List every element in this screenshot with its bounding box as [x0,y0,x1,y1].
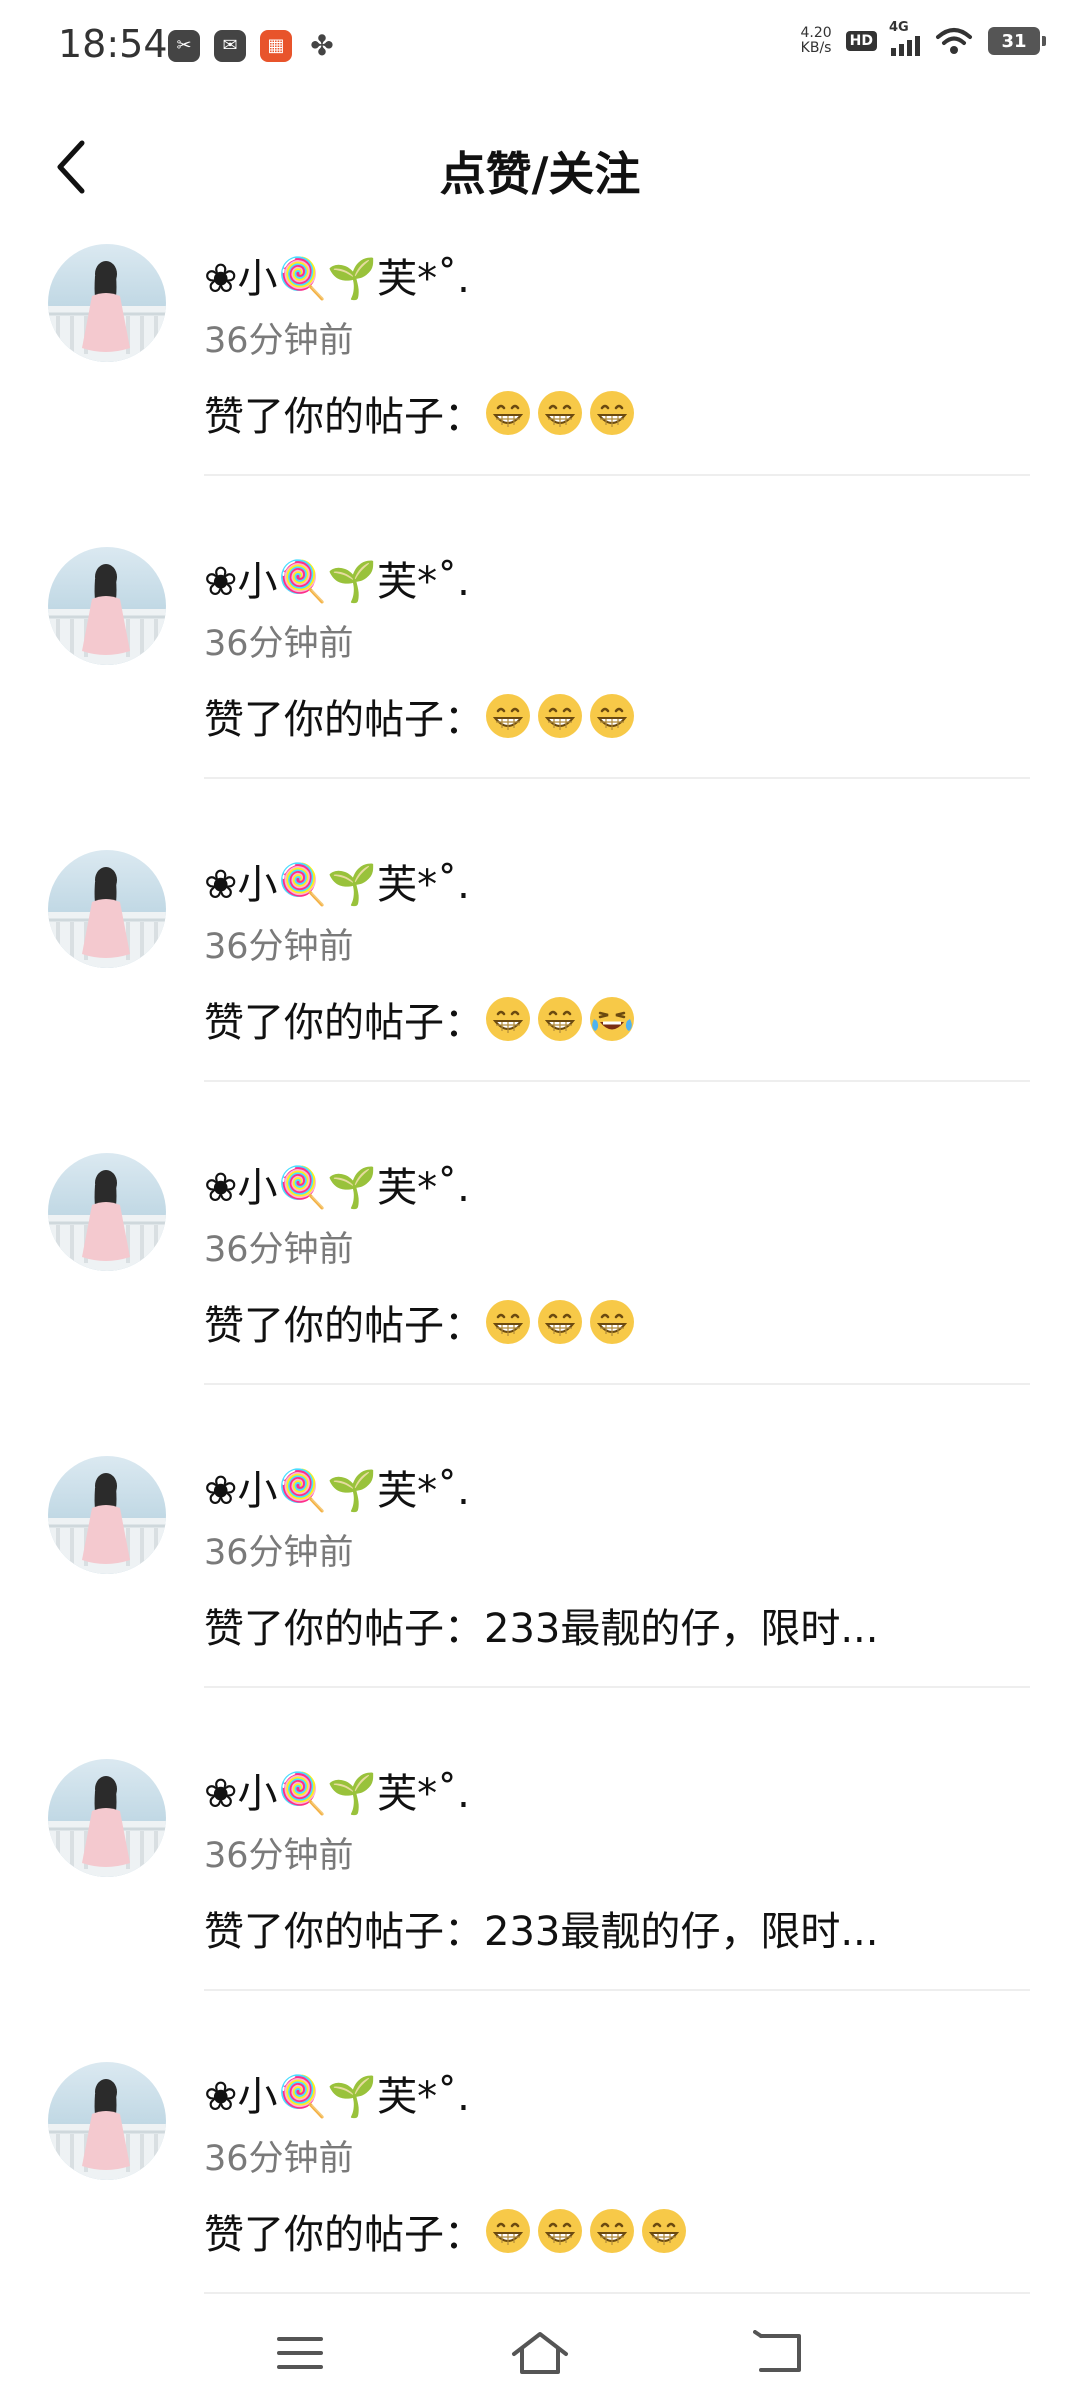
user-name[interactable]: ❀小🍭🌱芙*˚. [204,852,470,910]
notification-text[interactable]: 赞了你的帖子： [204,2202,692,2260]
avatar[interactable] [48,244,166,362]
grinning-emoji-icon [538,391,582,435]
timestamp: 36分钟前 [204,624,354,664]
notification-list: ❀小🍭🌱芙*˚. 36分钟前 赞了你的帖子： ❀小🍭🌱芙*˚. 36分钟前 赞了… [0,238,1080,2359]
action-text: 赞了你的帖子： [204,1000,484,1046]
divider [204,474,1030,476]
user-name[interactable]: ❀小🍭🌱芙*˚. [204,2064,470,2122]
timestamp: 36分钟前 [204,927,354,967]
back-icon [753,2330,801,2372]
avatar[interactable] [48,1153,166,1271]
grinning-emoji-icon [486,694,530,738]
list-item[interactable]: ❀小🍭🌱芙*˚. 36分钟前赞了你的帖子： [0,1147,1080,1450]
timestamp: 36分钟前 [204,1836,354,1876]
divider [204,1383,1030,1385]
user-name[interactable]: ❀小🍭🌱芙*˚. [204,549,470,607]
action-text: 赞了你的帖子： [204,1303,484,1349]
notification-text[interactable]: 赞了你的帖子： [204,384,640,442]
avatar[interactable] [48,1456,166,1574]
hd-badge: HD [845,31,877,51]
grinning-emoji-icon [590,694,634,738]
post-excerpt: 233最靓的仔，限时... [484,1606,879,1652]
scissors-icon: ✂ [168,30,200,62]
timestamp: 36分钟前 [204,321,354,361]
grinning-emoji-icon [642,2209,686,2253]
timestamp: 36分钟前 [204,2139,354,2179]
page-title: 点赞/关注 [439,147,641,201]
user-name[interactable]: ❀小🍭🌱芙*˚. [204,246,470,304]
system-nav-bar [0,2300,1080,2404]
divider [204,777,1030,779]
status-time: 18:54 [58,22,168,66]
action-text: 赞了你的帖子： [204,394,484,440]
back-nav-button[interactable] [740,2318,820,2388]
avatar[interactable] [48,850,166,968]
grinning-emoji-icon [538,694,582,738]
grinning-emoji-icon [538,997,582,1041]
grinning-emoji-icon [590,391,634,435]
avatar[interactable] [48,1759,166,1877]
tears-of-joy-emoji-icon [590,997,634,1041]
menu-button[interactable] [260,2318,340,2388]
avatar[interactable] [48,547,166,665]
grinning-emoji-icon [590,1300,634,1344]
list-item[interactable]: ❀小🍭🌱芙*˚. 36分钟前赞了你的帖子： 233最靓的仔，限时... [0,1450,1080,1753]
menu-icon [277,2337,323,2369]
signal-icon: 4G [889,20,920,56]
status-indicators: 4.20 KB/s HD 4G 31 [800,20,1046,56]
network-speed: 4.20 KB/s [800,25,832,56]
grinning-emoji-icon [486,1300,530,1344]
divider [204,1686,1030,1688]
post-excerpt: 233最靓的仔，限时... [484,1909,879,1955]
notification-text[interactable]: 赞了你的帖子： 233最靓的仔，限时... [204,1899,879,1957]
status-bar: 18:54 ✂ ✉ ▦ ✤ 4.20 KB/s HD 4G 31 [0,0,1080,96]
user-name[interactable]: ❀小🍭🌱芙*˚. [204,1155,470,1213]
wifi-icon [936,28,972,54]
battery-icon: 31 [988,27,1046,55]
timestamp: 36分钟前 [204,1230,354,1270]
action-text: 赞了你的帖子： [204,2212,484,2258]
timestamp: 36分钟前 [204,1533,354,1573]
list-item[interactable]: ❀小🍭🌱芙*˚. 36分钟前赞了你的帖子： [0,541,1080,844]
grinning-emoji-icon [486,391,530,435]
user-name[interactable]: ❀小🍭🌱芙*˚. [204,1761,470,1819]
home-button[interactable] [500,2318,580,2388]
status-app-icons: ✂ ✉ ▦ ✤ [168,30,338,62]
grid-app-icon: ▦ [260,30,292,62]
divider [204,1989,1030,1991]
action-text: 赞了你的帖子： [204,697,484,743]
notification-text[interactable]: 赞了你的帖子： [204,1293,640,1351]
list-item[interactable]: ❀小🍭🌱芙*˚. 36分钟前赞了你的帖子： [0,238,1080,541]
grinning-emoji-icon [590,2209,634,2253]
grinning-emoji-icon [486,997,530,1041]
divider [204,1080,1030,1082]
divider [204,2292,1030,2294]
notification-text[interactable]: 赞了你的帖子： [204,687,640,745]
mail-icon: ✉ [214,30,246,62]
pinwheel-icon: ✤ [306,30,338,62]
grinning-emoji-icon [538,2209,582,2253]
action-text: 赞了你的帖子： [204,1606,484,1652]
list-item[interactable]: ❀小🍭🌱芙*˚. 36分钟前赞了你的帖子： 233最靓的仔，限时... [0,1753,1080,2056]
home-icon [512,2332,568,2374]
notification-text[interactable]: 赞了你的帖子： 233最靓的仔，限时... [204,1596,879,1654]
grinning-emoji-icon [538,1300,582,1344]
action-text: 赞了你的帖子： [204,1909,484,1955]
list-item[interactable]: ❀小🍭🌱芙*˚. 36分钟前赞了你的帖子： [0,844,1080,1147]
user-name[interactable]: ❀小🍭🌱芙*˚. [204,1458,470,1516]
grinning-emoji-icon [486,2209,530,2253]
notification-text[interactable]: 赞了你的帖子： [204,990,640,1048]
avatar[interactable] [48,2062,166,2180]
page-header: 点赞/关注 [0,120,1080,220]
